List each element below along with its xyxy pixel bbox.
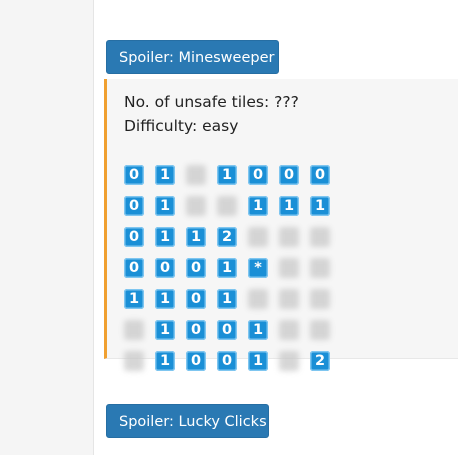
tile[interactable]: 1 — [279, 196, 299, 216]
spoiler-minesweeper-button[interactable]: Spoiler: Minesweeper — [106, 40, 279, 74]
tile-hidden[interactable] — [124, 351, 144, 371]
tile-hidden[interactable] — [217, 196, 237, 216]
tile[interactable]: 1 — [155, 351, 175, 371]
tile[interactable]: 0 — [124, 227, 144, 247]
tile[interactable]: 1 — [155, 289, 175, 309]
tile-hidden[interactable] — [186, 196, 206, 216]
tile[interactable]: 0 — [217, 351, 237, 371]
tile[interactable]: 0 — [124, 196, 144, 216]
spoiler-minesweeper-content: No. of unsafe tiles: ??? Difficulty: eas… — [104, 79, 458, 371]
gutter-divider — [93, 0, 94, 455]
unsafe-tiles-label: No. of unsafe tiles: ??? — [124, 93, 299, 111]
tile[interactable]: 0 — [248, 165, 268, 185]
tile[interactable]: 1 — [155, 320, 175, 340]
tile[interactable]: 1 — [248, 320, 268, 340]
tile-hidden[interactable] — [279, 227, 299, 247]
tile[interactable]: 0 — [186, 289, 206, 309]
tile-hidden[interactable] — [279, 320, 299, 340]
tile-hidden[interactable] — [124, 320, 144, 340]
tile[interactable]: 0 — [155, 258, 175, 278]
tile-hidden[interactable] — [279, 289, 299, 309]
tile[interactable]: 1 — [248, 196, 268, 216]
tile[interactable]: 0 — [279, 165, 299, 185]
tile-hidden[interactable] — [186, 165, 206, 185]
tile[interactable]: 1 — [155, 165, 175, 185]
tile[interactable]: 2 — [217, 227, 237, 247]
tile[interactable]: 0 — [217, 320, 237, 340]
tile-hidden[interactable] — [248, 227, 268, 247]
spoiler-lucky-clicks-button[interactable]: Spoiler: Lucky Clicks — [106, 404, 269, 438]
tile[interactable]: 0 — [124, 258, 144, 278]
difficulty-label: Difficulty: easy — [124, 117, 239, 135]
left-gutter — [0, 0, 93, 455]
tile[interactable]: 0 — [186, 320, 206, 340]
tile[interactable]: 1 — [155, 196, 175, 216]
tile-hidden[interactable] — [310, 320, 330, 340]
tile-hidden[interactable] — [310, 289, 330, 309]
tile[interactable]: 1 — [217, 258, 237, 278]
tile[interactable]: 1 — [248, 351, 268, 371]
tile[interactable]: 1 — [155, 227, 175, 247]
tile-mine[interactable]: * — [248, 258, 268, 278]
tile[interactable]: 1 — [186, 227, 206, 247]
tile[interactable]: 0 — [124, 165, 144, 185]
tile-hidden[interactable] — [279, 351, 299, 371]
tile-hidden[interactable] — [310, 227, 330, 247]
tile[interactable]: 1 — [217, 165, 237, 185]
tile[interactable]: 0 — [186, 258, 206, 278]
tile[interactable]: 0 — [310, 165, 330, 185]
tile[interactable]: 0 — [186, 351, 206, 371]
tile[interactable]: 2 — [310, 351, 330, 371]
tile-hidden[interactable] — [279, 258, 299, 278]
tile[interactable]: 1 — [124, 289, 144, 309]
tile-hidden[interactable] — [310, 258, 330, 278]
tile-hidden[interactable] — [248, 289, 268, 309]
tile[interactable]: 1 — [310, 196, 330, 216]
tile[interactable]: 1 — [217, 289, 237, 309]
